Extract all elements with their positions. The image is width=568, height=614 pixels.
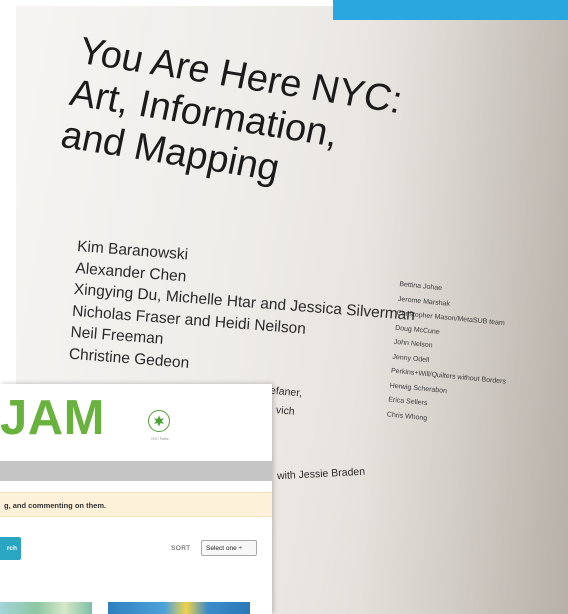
banner-text: g, and commenting on them. — [4, 501, 107, 510]
artist-list-right: Bettina Johae Jerome Marshak Christopher… — [386, 278, 515, 433]
site-logo[interactable]: JAM — [0, 390, 105, 446]
nyc-parks-label: NYC Parks — [151, 437, 169, 441]
search-button[interactable]: rch — [0, 537, 21, 560]
site-nav-bar — [0, 461, 272, 481]
website-screenshot-inset: JAM NYC Parks g, and commenting on them.… — [0, 384, 272, 614]
sort-select[interactable]: Select one ÷ — [201, 540, 257, 556]
artist-name-fragment: vich — [275, 404, 296, 418]
info-banner: g, and commenting on them. — [0, 492, 272, 517]
artist-name-fragment: efaner, — [269, 384, 303, 400]
map-thumbnail[interactable] — [108, 602, 250, 614]
artist-name-fragment: with Jessie Braden — [276, 465, 366, 483]
exhibition-title: You Are Here NYC: Art, Information, and Ma… — [57, 30, 406, 207]
artist-list-left: Kim Baranowski Alexander Chen Xingying D… — [68, 236, 419, 391]
corner-accent-tab — [333, 0, 568, 20]
leaf-icon — [154, 415, 164, 427]
nyc-parks-leaf-icon — [148, 410, 170, 432]
map-thumbnail[interactable] — [0, 602, 92, 614]
sort-label: SORT — [171, 545, 191, 552]
